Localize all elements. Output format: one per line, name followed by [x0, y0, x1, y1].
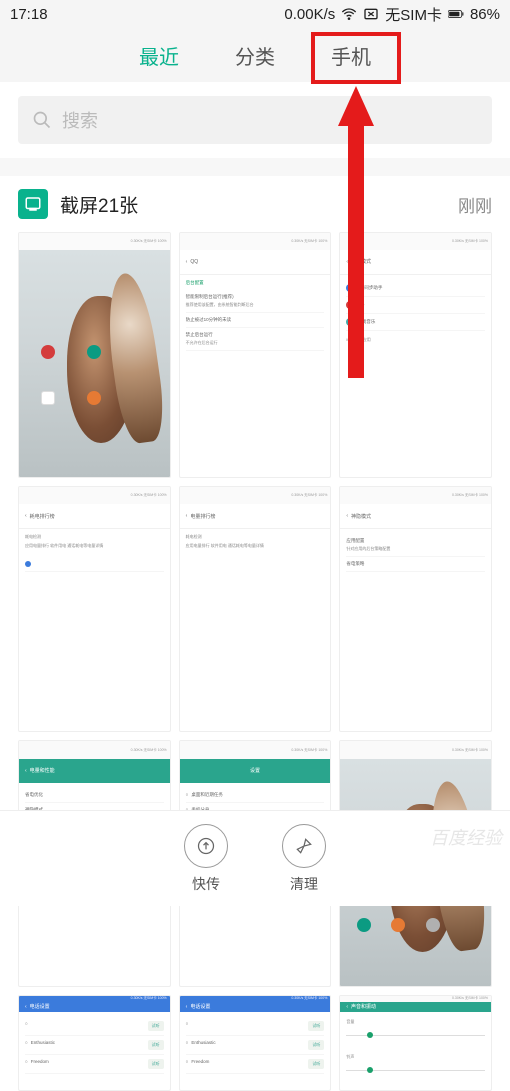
screenshot-thumb[interactable]: 0.30K/s 无SIM卡 100% ‹电量排行榜 耗电检测 应用电量排行 软件… [179, 486, 332, 732]
chevron-left-icon: ‹ [346, 259, 348, 265]
battery-percent: 86% [470, 6, 500, 23]
net-speed: 0.00K/s [284, 6, 335, 23]
wallpaper-preview [19, 250, 170, 477]
screenshot-thumb[interactable]: 0.30K/s 无SIM卡 100% ‹QQ 后台配置 智能限制后台运行(推荐)… [179, 232, 332, 478]
screenshot-thumb[interactable]: 0.30K/s 无SIM卡 100% ‹声音和振动 音量 铃声 [339, 995, 492, 1091]
chevron-left-icon: ‹ [346, 1004, 348, 1010]
broom-icon [294, 836, 314, 856]
chevron-left-icon: ‹ [186, 513, 188, 519]
status-right: 0.00K/s 无SIM卡 86% [284, 4, 500, 25]
chevron-left-icon: ‹ [25, 1004, 27, 1010]
quick-send-button[interactable]: 快传 [184, 824, 228, 894]
close-box-icon [363, 6, 379, 22]
status-time: 17:18 [10, 6, 48, 23]
tab-category[interactable]: 分类 [235, 41, 275, 70]
wifi-icon [341, 6, 357, 22]
screenshot-thumb[interactable]: 0.30K/s 无SIM卡 100% ‹神隐模式 应用配置针对应用的后台策略配置… [339, 486, 492, 732]
search-icon [32, 110, 52, 130]
quick-send-label: 快传 [192, 874, 220, 894]
album-time: 刚刚 [458, 192, 492, 217]
screenshot-album-icon [18, 189, 48, 219]
thumbnail-grid: 0.30K/s 无SIM卡 100% 0.30K/s 无SIM卡 100% ‹Q… [0, 232, 510, 1091]
screenshot-thumb[interactable]: 0.30K/s 无SIM卡 100% ‹神隐模式 QQ同步助手 QQ 酷我音乐 … [339, 232, 492, 478]
upload-icon [196, 836, 216, 856]
chevron-left-icon: ‹ [25, 513, 27, 519]
search-area: 搜索 [0, 82, 510, 158]
search-input[interactable]: 搜索 [18, 96, 492, 144]
album-header[interactable]: 截屏21张 刚刚 [0, 176, 510, 232]
status-bar: 17:18 0.00K/s 无SIM卡 86% [0, 0, 510, 28]
clean-button[interactable]: 清理 [282, 824, 326, 894]
screenshot-thumb[interactable]: 0.30K/s 无SIM卡 100% ‹耗电排行榜 耗电检测 应用电量排行 软件… [18, 486, 171, 732]
screenshot-thumb[interactable]: 0.30K/s 无SIM卡 100% ‹电话设置 ○试听 ○Enthusiast… [18, 995, 171, 1091]
chevron-left-icon: ‹ [346, 513, 348, 519]
chevron-left-icon: ‹ [25, 768, 27, 774]
top-tabs: 最近 分类 手机 [0, 28, 510, 82]
screenshot-thumb[interactable]: 0.30K/s 无SIM卡 100% [18, 232, 171, 478]
chevron-left-icon: ‹ [186, 259, 188, 265]
battery-icon [448, 6, 464, 22]
clean-label: 清理 [290, 874, 318, 894]
album-title: 截屏21张 [60, 191, 446, 218]
sim-status: 无SIM卡 [385, 4, 442, 25]
search-placeholder: 搜索 [62, 107, 98, 133]
screenshot-thumb[interactable]: 0.30K/s 无SIM卡 100% ‹电话设置 ○试听 ○Enthusiast… [179, 995, 332, 1091]
watermark: 百度经验 [430, 824, 502, 850]
tab-phone[interactable]: 手机 [331, 41, 371, 70]
chevron-left-icon: ‹ [186, 1004, 188, 1010]
tab-recent[interactable]: 最近 [139, 41, 179, 70]
